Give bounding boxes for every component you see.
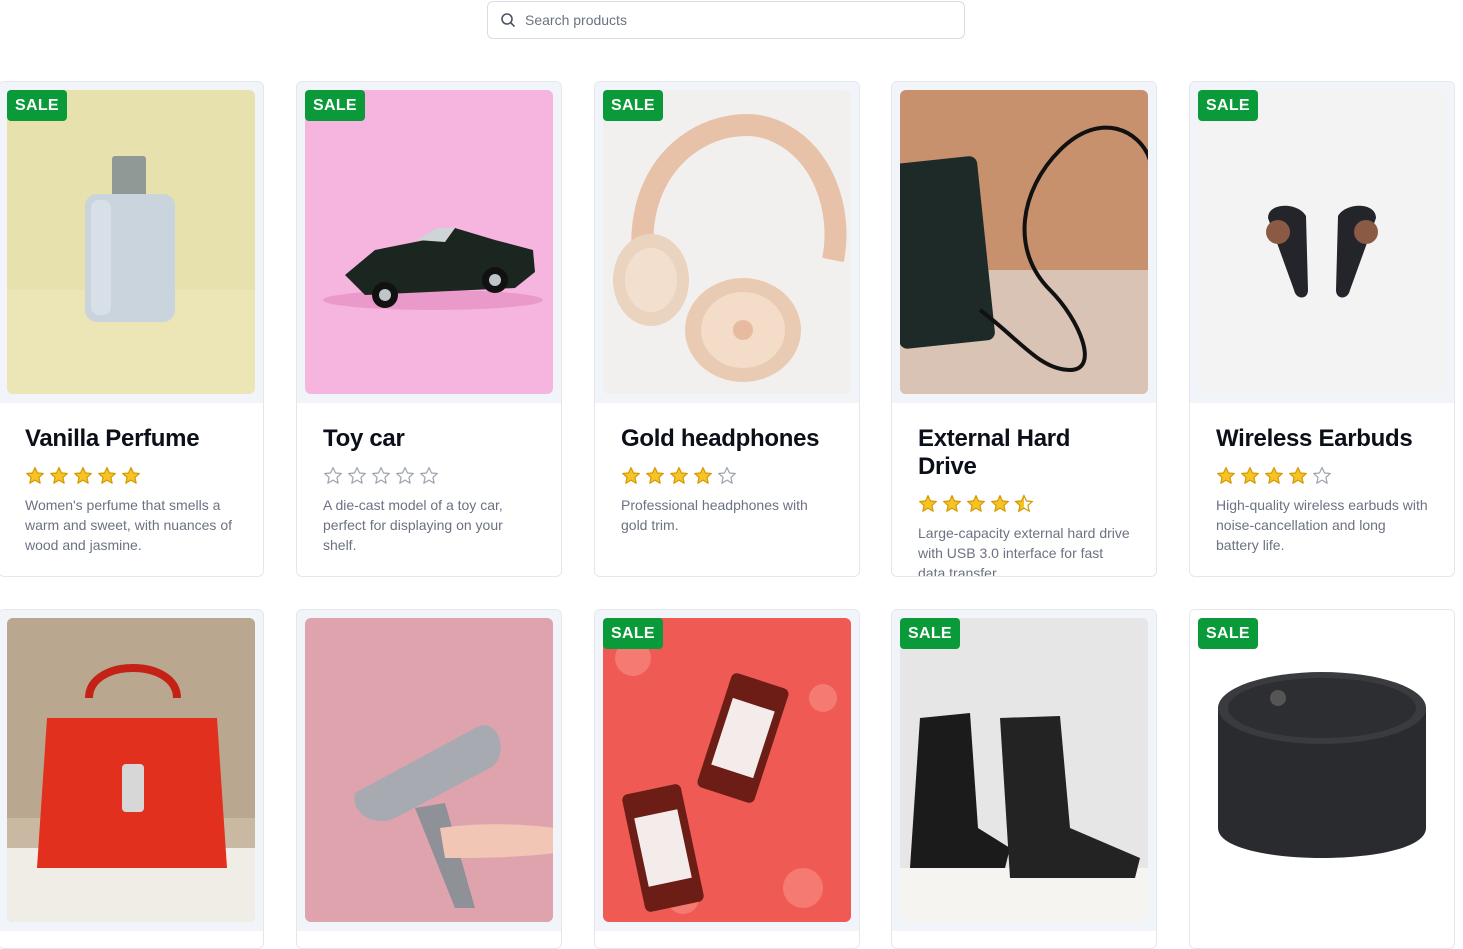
- product-description: Professional headphones with gold trim.: [621, 497, 808, 533]
- star-icon: [98, 467, 116, 484]
- star-icon: [622, 467, 640, 484]
- product-title[interactable]: Wireless Earbuds: [1216, 425, 1428, 453]
- star-rating: [918, 494, 1130, 514]
- star-icon: [372, 467, 390, 484]
- red-handbag-image[interactable]: [7, 618, 255, 922]
- star-rating: [1216, 466, 1428, 486]
- product-card-toy-car[interactable]: SALE Toy car A die-cast model of a toy c…: [296, 81, 562, 577]
- star-icon: [1313, 467, 1331, 484]
- star-icon: [122, 467, 140, 484]
- star-icon: [420, 467, 438, 484]
- star-icon: [50, 467, 68, 484]
- search-bar[interactable]: [487, 1, 965, 39]
- product-card-wireless-earbuds[interactable]: SALE Wireless Earbuds High-quality wirel…: [1189, 81, 1455, 577]
- product-card-hair-dryer[interactable]: [296, 609, 562, 949]
- sale-badge: SALE: [1198, 618, 1258, 649]
- product-title[interactable]: Vanilla Perfume: [25, 425, 237, 453]
- hair-dryer-image[interactable]: [305, 618, 553, 922]
- product-card-bluetooth-speaker[interactable]: SALE: [1189, 609, 1455, 949]
- product-image[interactable]: [603, 90, 851, 394]
- product-card-serum-bottles[interactable]: SALE: [594, 609, 860, 949]
- star-icon: [694, 467, 712, 484]
- star-icon: [943, 495, 961, 512]
- product-card-leather-boots[interactable]: SALE: [891, 609, 1157, 949]
- sale-badge: SALE: [900, 618, 960, 649]
- star-rating: [323, 466, 535, 486]
- star-icon: [919, 495, 937, 512]
- sale-badge: SALE: [603, 90, 663, 121]
- search-input[interactable]: [525, 12, 964, 28]
- star-icon: [26, 467, 44, 484]
- product-title[interactable]: Toy car: [323, 425, 535, 453]
- product-description: A die-cast model of a toy car, perfect f…: [323, 497, 503, 553]
- star-icon: [1265, 467, 1283, 484]
- sale-badge: SALE: [603, 618, 663, 649]
- product-card-vanilla-perfume[interactable]: SALE Vanilla Perfume Women's perfume tha…: [0, 81, 264, 577]
- product-card-external-hard-drive[interactable]: External Hard Drive Large-capacity exter…: [891, 81, 1157, 577]
- star-icon: [324, 467, 342, 484]
- star-icon: [718, 467, 736, 484]
- product-image[interactable]: [1198, 90, 1446, 394]
- star-icon: [991, 495, 1009, 512]
- bluetooth-speaker-image[interactable]: [1198, 618, 1446, 922]
- star-icon: [1014, 494, 1034, 513]
- sale-badge: SALE: [7, 90, 67, 121]
- product-image[interactable]: [305, 90, 553, 394]
- star-icon: [396, 467, 414, 484]
- product-card-red-handbag[interactable]: [0, 609, 264, 949]
- sale-badge: SALE: [1198, 90, 1258, 121]
- star-rating: [621, 466, 833, 486]
- star-icon: [1217, 467, 1235, 484]
- star-icon: [1289, 467, 1307, 484]
- star-icon: [646, 467, 664, 484]
- product-description: High-quality wireless earbuds with noise…: [1216, 497, 1428, 553]
- star-icon: [967, 495, 985, 512]
- product-card-gold-headphones[interactable]: SALE Gold headphones Professional headph…: [594, 81, 860, 577]
- sale-badge: SALE: [305, 90, 365, 121]
- star-rating: [25, 466, 237, 486]
- product-image[interactable]: [900, 90, 1148, 394]
- product-title[interactable]: External Hard Drive: [918, 425, 1130, 481]
- product-title[interactable]: Gold headphones: [621, 425, 833, 453]
- star-icon: [348, 467, 366, 484]
- star-icon: [670, 467, 688, 484]
- star-icon: [74, 467, 92, 484]
- product-description: Large-capacity external hard drive with …: [918, 525, 1130, 577]
- product-image[interactable]: [7, 90, 255, 394]
- leather-boots-image[interactable]: [900, 618, 1148, 922]
- star-icon: [1241, 467, 1259, 484]
- serum-bottles-image[interactable]: [603, 618, 851, 922]
- product-description: Women's perfume that smells a warm and s…: [25, 497, 232, 553]
- search-icon: [500, 12, 516, 28]
